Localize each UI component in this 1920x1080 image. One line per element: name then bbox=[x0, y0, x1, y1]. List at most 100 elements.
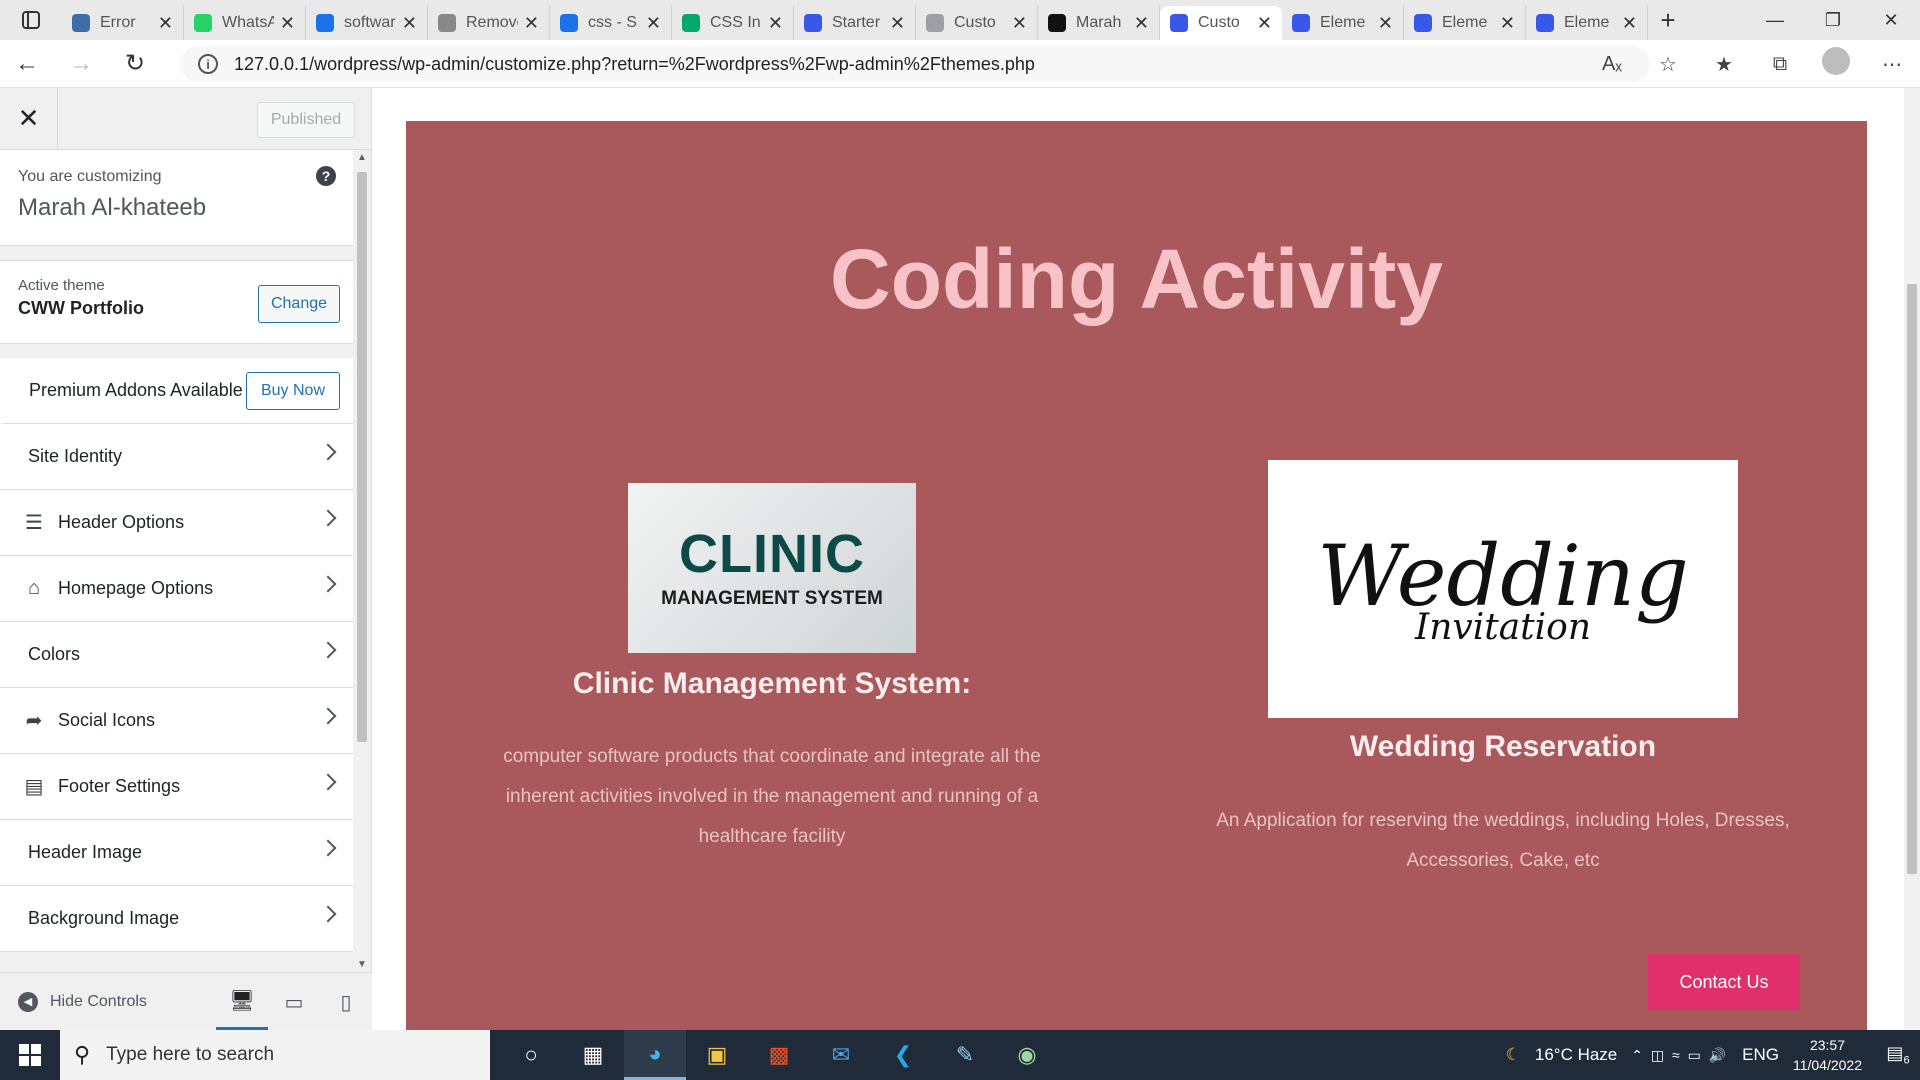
close-tab-icon[interactable]: ✕ bbox=[524, 13, 539, 34]
scroll-up-icon[interactable]: ▲ bbox=[357, 152, 367, 163]
close-tab-icon[interactable]: ✕ bbox=[1378, 13, 1393, 34]
windows-taskbar: ⚲ Type here to search ○ ▦ ◕ ▣ ▩ ✉ ❮ ✎ ◉ … bbox=[0, 1030, 1920, 1080]
forward-button[interactable]: → bbox=[54, 40, 108, 88]
sidebar-item-background-image[interactable]: Background Image bbox=[0, 886, 354, 952]
sidebar-item-header-image[interactable]: Header Image bbox=[0, 820, 354, 886]
close-tab-icon[interactable]: ✕ bbox=[1500, 13, 1515, 34]
buy-now-button[interactable]: Buy Now bbox=[246, 372, 340, 410]
close-tab-icon[interactable]: ✕ bbox=[402, 13, 417, 34]
sidebar-scrollbar[interactable]: ▲ ▼ bbox=[353, 150, 371, 972]
read-aloud-icon[interactable]: Aₓ bbox=[1584, 53, 1640, 76]
browser-tab[interactable]: Eleme ✕ bbox=[1282, 6, 1404, 40]
browser-tab[interactable]: Error ✕ bbox=[62, 6, 184, 40]
close-tab-icon[interactable]: ✕ bbox=[1257, 13, 1272, 34]
file-explorer-icon[interactable]: ▣ bbox=[686, 1030, 748, 1080]
store-icon[interactable]: ▩ bbox=[748, 1030, 810, 1080]
close-tab-icon[interactable]: ✕ bbox=[646, 13, 661, 34]
close-tab-icon[interactable]: ✕ bbox=[280, 13, 295, 34]
clock-time: 23:57 bbox=[1809, 1037, 1845, 1053]
sidebar-item-header-options[interactable]: ☰ Header Options bbox=[0, 490, 354, 556]
sidebar-item-social-icons[interactable]: ➦ Social Icons bbox=[0, 688, 354, 754]
sidebar-item-label: Footer Settings bbox=[58, 776, 181, 796]
customizing-label: You are customizing bbox=[18, 168, 162, 185]
browser-tab[interactable]: software ✕ bbox=[306, 6, 428, 40]
tab-list: Error✕WhatsApp✕software✕Remove✕css - S✕C… bbox=[62, 0, 1648, 40]
close-tab-icon[interactable]: ✕ bbox=[1012, 13, 1027, 34]
vscode-icon[interactable]: ❮ bbox=[872, 1030, 934, 1080]
refresh-button[interactable]: ↻ bbox=[108, 40, 162, 88]
tablet-preview-icon[interactable]: ▭ bbox=[268, 973, 320, 1031]
close-tab-icon[interactable]: ✕ bbox=[158, 13, 173, 34]
device-preview-toggles: 🖥 ▭ ▯ bbox=[216, 973, 372, 1031]
clock[interactable]: 23:57 11/04/2022 bbox=[1793, 1035, 1862, 1075]
close-customizer-icon[interactable]: ✕ bbox=[0, 87, 58, 150]
site-info-icon[interactable]: i bbox=[198, 54, 218, 74]
published-button[interactable]: Published bbox=[257, 102, 355, 138]
sidebar-item-homepage-options[interactable]: ⌂ Homepage Options bbox=[0, 556, 354, 622]
close-window-button[interactable]: ✕ bbox=[1862, 0, 1920, 40]
tab-title: software bbox=[344, 14, 396, 31]
paint-icon[interactable]: ◉ bbox=[996, 1030, 1058, 1080]
weather-icon[interactable]: ☾ bbox=[1506, 1045, 1521, 1065]
scroll-down-icon[interactable]: ▼ bbox=[357, 959, 367, 970]
chevron-right-icon bbox=[319, 443, 337, 461]
browser-tab[interactable]: Eleme ✕ bbox=[1404, 6, 1526, 40]
browser-tab[interactable]: Remove ✕ bbox=[428, 6, 550, 40]
notepad-icon[interactable]: ✎ bbox=[934, 1030, 996, 1080]
more-menu-icon[interactable]: ⋯ bbox=[1864, 52, 1920, 77]
footer-icon: ▤ bbox=[24, 776, 44, 798]
tab-title: Custo bbox=[1198, 14, 1240, 31]
browser-tab[interactable]: Eleme ✕ bbox=[1526, 6, 1648, 40]
sidebar-item-site-identity[interactable]: Site Identity bbox=[0, 424, 354, 490]
browser-tab[interactable]: Custo ✕ bbox=[916, 6, 1038, 40]
sidebar-item-footer-settings[interactable]: ▤ Footer Settings bbox=[0, 754, 354, 820]
restore-button[interactable]: ❐ bbox=[1804, 0, 1862, 40]
back-button[interactable]: ← bbox=[0, 40, 54, 88]
close-tab-icon[interactable]: ✕ bbox=[768, 13, 783, 34]
address-bar[interactable]: i 127.0.0.1/wordpress/wp-admin/customize… bbox=[180, 46, 1650, 82]
browser-tab[interactable]: Starter ✕ bbox=[794, 6, 916, 40]
close-tab-icon[interactable]: ✕ bbox=[1134, 13, 1149, 34]
weather-text[interactable]: 16°C Haze bbox=[1535, 1045, 1617, 1065]
desktop-preview-icon[interactable]: 🖥 bbox=[216, 973, 268, 1031]
profile-button[interactable] bbox=[1808, 47, 1864, 81]
language-indicator[interactable]: ENG bbox=[1742, 1045, 1779, 1065]
mobile-preview-icon[interactable]: ▯ bbox=[320, 973, 372, 1031]
toolbar-actions: Aₓ ☆ ★ ⧉ ⋯ bbox=[1584, 40, 1920, 88]
notification-icon[interactable]: ▤6 bbox=[1876, 1043, 1920, 1067]
clinic-image-title: CLINIC bbox=[679, 524, 865, 584]
home-icon: ⌂ bbox=[27, 577, 41, 599]
start-button[interactable] bbox=[0, 1030, 60, 1080]
favorites-icon[interactable]: ★ bbox=[1696, 52, 1752, 77]
tab-actions-button[interactable] bbox=[0, 0, 62, 40]
hide-controls-button[interactable]: ◀ Hide Controls bbox=[0, 991, 147, 1012]
chevron-right-icon bbox=[319, 905, 337, 923]
sidebar-item-colors[interactable]: Colors bbox=[0, 622, 354, 688]
scrollbar-thumb[interactable] bbox=[357, 172, 367, 742]
new-tab-button[interactable]: + bbox=[1648, 5, 1688, 36]
task-view-icon[interactable]: ▦ bbox=[562, 1030, 624, 1080]
mail-icon[interactable]: ✉ bbox=[810, 1030, 872, 1080]
help-icon[interactable]: ? bbox=[316, 166, 336, 186]
browser-tab[interactable]: css - S ✕ bbox=[550, 6, 672, 40]
minimize-button[interactable]: — bbox=[1746, 0, 1804, 40]
tab-title: Remove bbox=[466, 14, 518, 31]
scrollbar-thumb[interactable] bbox=[1907, 284, 1917, 874]
edge-icon[interactable]: ◕ bbox=[624, 1030, 686, 1080]
tray-icons[interactable]: ⌃ ◫ ≈ ▭ 🔊 bbox=[1631, 1047, 1728, 1064]
taskbar-search[interactable]: ⚲ Type here to search bbox=[60, 1030, 490, 1080]
browser-tab[interactable]: Custo ✕ bbox=[1160, 6, 1282, 40]
change-theme-button[interactable]: Change bbox=[258, 285, 340, 323]
cortana-icon[interactable]: ○ bbox=[500, 1030, 562, 1080]
browser-tab[interactable]: CSS In ✕ bbox=[672, 6, 794, 40]
clinic-project-description: computer software products that coordina… bbox=[503, 746, 1041, 847]
collections-icon[interactable]: ⧉ bbox=[1752, 53, 1808, 76]
browser-tab[interactable]: Marah ✕ bbox=[1038, 6, 1160, 40]
preview-scrollbar[interactable] bbox=[1904, 88, 1920, 1030]
close-tab-icon[interactable]: ✕ bbox=[1622, 13, 1637, 34]
close-tab-icon[interactable]: ✕ bbox=[890, 13, 905, 34]
customizer-panel: You are customizing Marah Al-khateeb ? A… bbox=[0, 150, 354, 972]
add-favorite-icon[interactable]: ☆ bbox=[1640, 52, 1696, 77]
browser-tab[interactable]: WhatsApp ✕ bbox=[184, 6, 306, 40]
contact-us-button[interactable]: Contact Us bbox=[1648, 954, 1800, 1010]
